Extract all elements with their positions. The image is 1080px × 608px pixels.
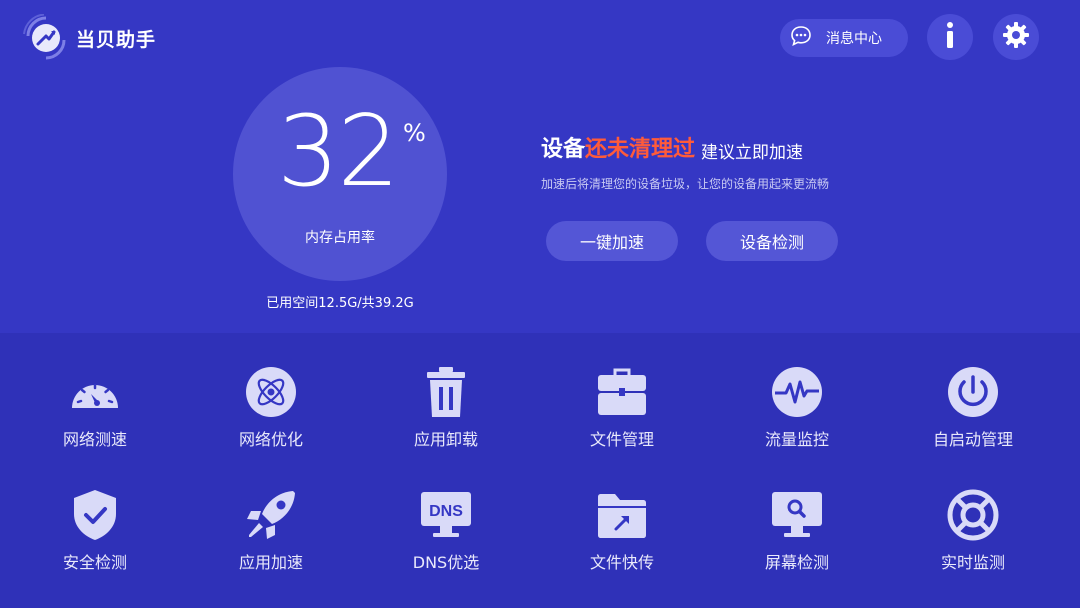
- tool-label: 流量监控: [764, 430, 829, 449]
- memory-usage-unit: %: [403, 119, 426, 147]
- folder-send-icon: [596, 489, 648, 541]
- tool-label: 文件管理: [589, 430, 654, 449]
- tool-label: 网络测速: [62, 430, 127, 449]
- tool-label: 屏幕检测: [764, 553, 829, 572]
- power-icon: [947, 366, 999, 418]
- tool-label: 文件快传: [589, 553, 654, 572]
- pulse-icon: [771, 366, 823, 418]
- status-headline: 设备 还未清理过 建议立即加速: [541, 131, 803, 163]
- tool-label: 安全检测: [62, 553, 127, 572]
- tool-label: 自启动管理: [932, 430, 1013, 449]
- settings-button[interactable]: [993, 14, 1039, 60]
- info-icon: [943, 21, 957, 53]
- gear-icon: [1002, 21, 1030, 53]
- one-click-speedup-button[interactable]: 一键加速: [546, 221, 678, 261]
- device-detect-button[interactable]: 设备检测: [706, 221, 838, 261]
- status-title-highlight: 还未清理过: [585, 137, 696, 162]
- message-center-button[interactable]: 消息中心: [780, 19, 908, 57]
- info-button[interactable]: [927, 14, 973, 60]
- svg-text:DNS: DNS: [429, 503, 463, 520]
- app-logo: 当贝助手: [22, 13, 157, 62]
- atom-icon: [245, 366, 297, 418]
- memory-usage-gauge: 32 % 内存占用率: [233, 67, 447, 281]
- top-panel: [0, 0, 1080, 333]
- briefcase-icon: [596, 366, 648, 418]
- tool-label: 网络优化: [238, 430, 303, 449]
- rocket-launch-icon: [22, 13, 70, 62]
- dns-monitor-icon: DNS: [420, 489, 472, 541]
- tool-label: 应用加速: [238, 553, 303, 572]
- tool-label: 实时监测: [940, 553, 1005, 572]
- monitor-search-icon: [771, 489, 823, 541]
- app-title: 当贝助手: [76, 28, 157, 51]
- message-center-label: 消息中心: [826, 31, 882, 47]
- chat-bubble-icon: [790, 25, 812, 51]
- memory-usage-value: 32: [277, 95, 400, 209]
- rocket-icon: [245, 489, 297, 541]
- status-title-prefix: 设备: [541, 137, 586, 162]
- tool-label: 应用卸载: [413, 430, 478, 449]
- storage-usage-text: 已用空间12.5G/共39.2G: [266, 296, 414, 311]
- trash-icon: [420, 366, 472, 418]
- lifebuoy-icon: [947, 489, 999, 541]
- speedometer-icon: [69, 366, 121, 418]
- status-title-suffix: 建议立即加速: [701, 143, 804, 163]
- memory-usage-caption: 内存占用率: [305, 230, 375, 246]
- shield-check-icon: [69, 489, 121, 541]
- tool-label: DNS优选: [412, 553, 480, 572]
- status-description: 加速后将清理您的设备垃圾，让您的设备用起来更流畅: [541, 177, 830, 191]
